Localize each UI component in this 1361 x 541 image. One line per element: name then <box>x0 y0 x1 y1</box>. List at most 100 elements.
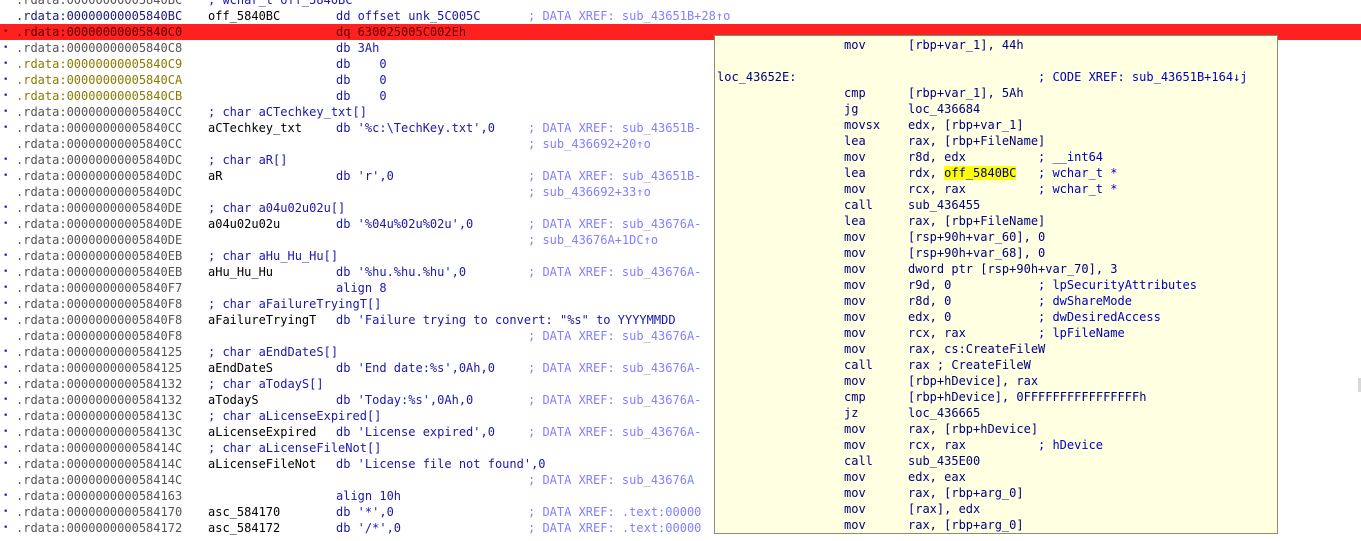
data-directive[interactable]: align 10h <box>336 488 401 504</box>
mnemonic: mov <box>844 278 866 292</box>
address: .rdata:00000000005840EB <box>16 265 183 279</box>
data-directive[interactable]: db 'License file not found',0 <box>336 456 546 472</box>
type-comment[interactable]: ; wchar_t off_5840BC <box>208 0 353 8</box>
xref-comment[interactable]: ; sub_436692+20↑o <box>528 136 651 152</box>
xref-comment[interactable]: ; DATA XREF: sub_43651B+28↑o <box>528 8 730 24</box>
xref-comment[interactable]: ; sub_436692+33↑o <box>528 184 651 200</box>
xref-comment[interactable]: ; DATA XREF: sub_43676A- <box>528 264 701 280</box>
data-directive[interactable]: db 'r',0 <box>336 168 394 184</box>
code-label: loc_43652E: <box>717 70 797 84</box>
code-xref: ; CODE XREF: sub_43651B+164↓j <box>1038 70 1248 84</box>
operand: rax, [rbp+arg_0] <box>908 518 1024 532</box>
operand: rax, [rbp+arg_0] <box>908 486 1024 500</box>
xref-comment[interactable]: ; DATA XREF: sub_43676A- <box>528 328 701 344</box>
data-directive[interactable]: db '%hu.%hu.%hu',0 <box>336 264 466 280</box>
data-directive[interactable]: dd offset unk_5C005C <box>336 8 481 24</box>
data-label[interactable]: aLicenseExpired <box>208 424 316 440</box>
address: .rdata:00000000005840F7 <box>16 281 183 295</box>
operand-comment: ; __int64 <box>1038 150 1104 164</box>
bullet-icon: • <box>3 443 9 453</box>
operand-comment: ; lpSecurityAttributes <box>1038 278 1197 292</box>
type-comment[interactable]: ; char aTodayS[] <box>208 376 324 392</box>
data-label[interactable]: asc_584170 <box>208 504 280 520</box>
address: .rdata:00000000005840F8 <box>16 313 183 327</box>
data-directive[interactable]: db '/*',0 <box>336 520 401 536</box>
data-label[interactable]: asc_584172 <box>208 520 280 536</box>
operand-comment: ; hDevice <box>1038 438 1104 452</box>
mnemonic: lea <box>844 166 866 180</box>
bullet-icon: • <box>3 107 9 117</box>
address: .rdata:00000000005840F8 <box>16 297 183 311</box>
data-label[interactable]: aHu_Hu_Hu <box>208 264 273 280</box>
data-label[interactable]: aTodayS <box>208 392 259 408</box>
xref-comment[interactable]: ; DATA XREF: .text:00000 <box>528 504 701 520</box>
mnemonic: mov <box>844 230 866 244</box>
type-comment[interactable]: ; char aHu_Hu_Hu[] <box>208 248 338 264</box>
address: .rdata:00000000005840F8 <box>16 329 183 343</box>
operand: [rsp+90h+var_68], 0 <box>908 246 1046 260</box>
mnemonic: mov <box>844 342 866 356</box>
bullet-icon: • <box>3 91 9 101</box>
type-comment[interactable]: ; char aLicenseFileNot[] <box>208 440 381 456</box>
address: .rdata:00000000005840C9 <box>16 57 183 71</box>
xref-comment[interactable]: ; sub_43676A+1DC↑o <box>528 232 658 248</box>
data-label[interactable]: aR <box>208 168 222 184</box>
data-directive[interactable]: db 0 <box>336 56 387 72</box>
mnemonic: lea <box>844 214 866 228</box>
bullet-icon: • <box>3 251 9 261</box>
operand: r8d, 0 <box>908 294 952 308</box>
type-comment[interactable]: ; char a04u02u02u[] <box>208 200 345 216</box>
xref-comment[interactable]: ; DATA XREF: sub_43676A- <box>528 360 701 376</box>
xref-comment[interactable]: ; DATA XREF: sub_43676A <box>528 472 694 488</box>
listing-row[interactable]: .rdata:00000000005840BC ; wchar_t off_584… <box>0 0 1361 8</box>
type-comment[interactable]: ; char aLicenseExpired[] <box>208 408 381 424</box>
data-directive[interactable]: dq 630025005C002Eh <box>336 24 466 40</box>
operand: r8d, edx <box>908 150 966 164</box>
xref-comment[interactable]: ; DATA XREF: sub_43676A- <box>528 424 701 440</box>
data-directive[interactable]: db '*',0 <box>336 504 394 520</box>
address: .rdata:00000000005840CC <box>16 105 183 119</box>
mnemonic: call <box>844 198 873 212</box>
mnemonic: movsx <box>844 118 881 132</box>
xref-comment[interactable]: ; DATA XREF: .text:00000 <box>528 520 701 536</box>
data-directive[interactable]: db 0 <box>336 72 387 88</box>
data-label[interactable]: a04u02u02u <box>208 216 280 232</box>
data-directive[interactable]: align 8 <box>336 280 387 296</box>
type-comment[interactable]: ; char aR[] <box>208 152 287 168</box>
type-comment[interactable]: ; char aCTechkey_txt[] <box>208 104 367 120</box>
data-directive[interactable]: db '%04u%02u%02u',0 <box>336 216 473 232</box>
bullet-icon: • <box>3 523 9 533</box>
data-label[interactable]: aEndDateS <box>208 360 273 376</box>
data-directive[interactable]: db 0 <box>336 88 387 104</box>
data-directive[interactable]: db 'Today:%s',0Ah,0 <box>336 392 473 408</box>
data-label[interactable]: aLicenseFileNot <box>208 456 316 472</box>
mnemonic: mov <box>844 502 866 516</box>
bullet-icon: • <box>3 363 9 373</box>
xref-comment[interactable]: ; DATA XREF: sub_43676A- <box>528 216 701 232</box>
data-directive[interactable]: db 'License expired',0 <box>336 424 495 440</box>
address: .rdata:000000000058413C <box>16 409 183 423</box>
operand: dword ptr [rsp+90h+var_70], 3 <box>908 262 1118 276</box>
mnemonic: mov <box>844 438 866 452</box>
data-directive[interactable]: db '%c:\TechKey.txt',0 <box>336 120 495 136</box>
data-label[interactable]: aFailureTryingT <box>208 312 316 328</box>
mnemonic: mov <box>844 150 866 164</box>
listing-row[interactable]: .rdata:00000000005840BC off_5840BC dd offs… <box>0 8 1361 24</box>
type-comment[interactable]: ; char aEndDateS[] <box>208 344 338 360</box>
type-comment[interactable]: ; char aFailureTryingT[] <box>208 296 381 312</box>
bullet-icon: • <box>3 459 9 469</box>
operand: edx, 0 <box>908 310 952 324</box>
bullet-icon: • <box>3 315 9 325</box>
address: .rdata:0000000000584125 <box>16 361 183 375</box>
xref-comment[interactable]: ; DATA XREF: sub_43676A- <box>528 392 701 408</box>
address: .rdata:00000000005840C0 <box>16 25 183 39</box>
data-directive[interactable]: db 'End date:%s',0Ah,0 <box>336 360 495 376</box>
xref-comment[interactable]: ; DATA XREF: sub_43651B- <box>528 168 701 184</box>
data-label[interactable]: aCTechkey_txt <box>208 120 302 136</box>
mnemonic: mov <box>844 374 866 388</box>
data-directive[interactable]: db 'Failure trying to convert: "%s" to Y… <box>336 312 676 328</box>
xref-comment[interactable]: ; DATA XREF: sub_43651B- <box>528 120 701 136</box>
data-directive[interactable]: db 3Ah <box>336 40 379 56</box>
data-label[interactable]: off_5840BC <box>208 8 280 24</box>
operand: rcx, rax <box>908 182 966 196</box>
